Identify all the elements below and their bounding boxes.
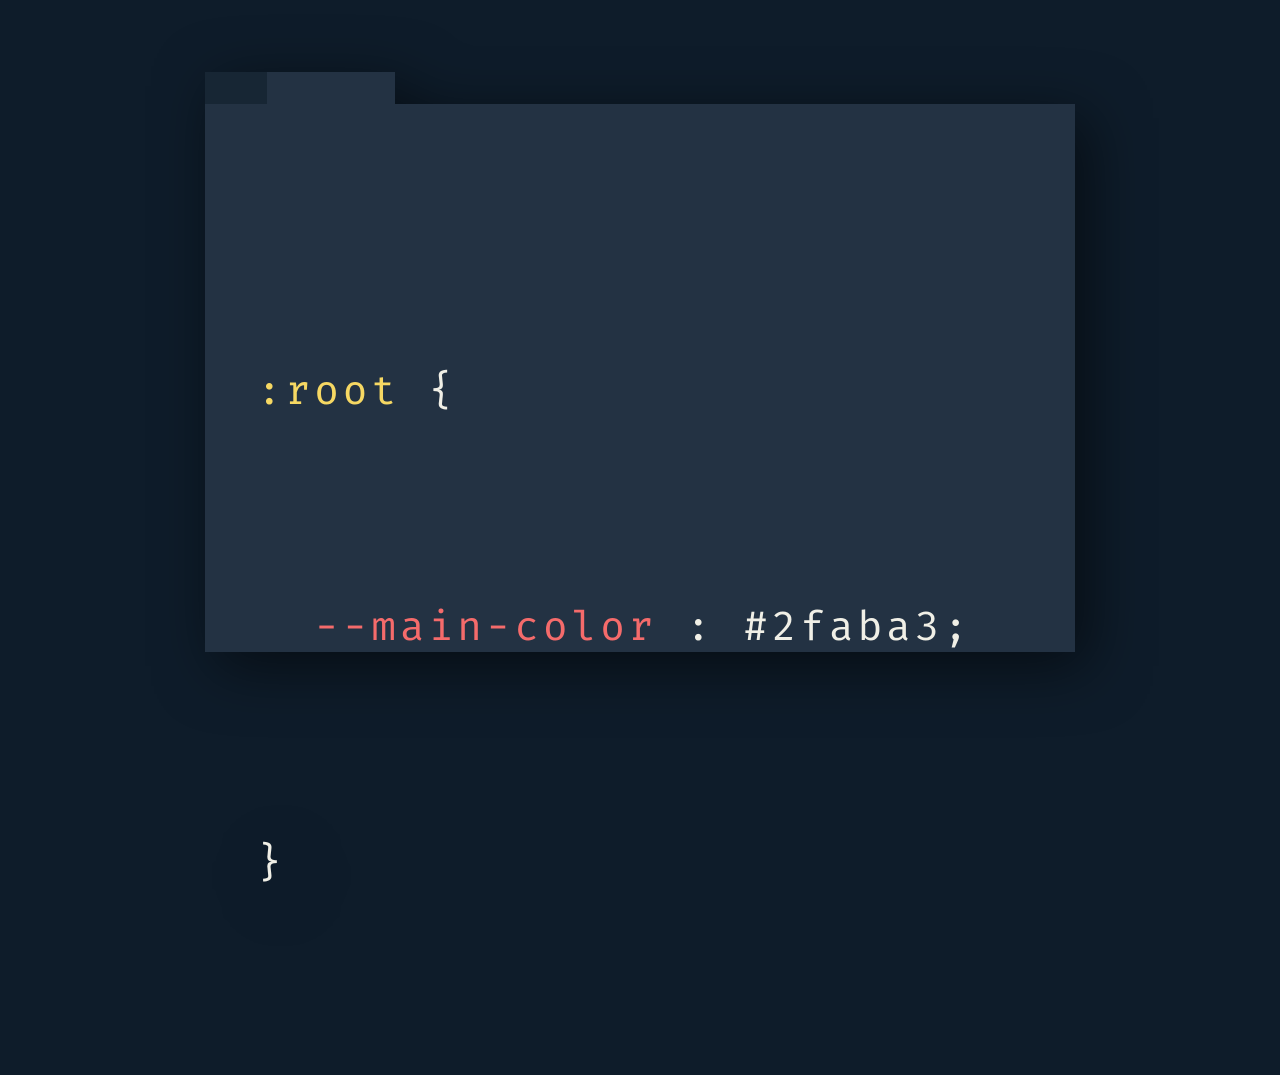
editor-window: :root { --main-color : #2faba3; } (205, 72, 1075, 652)
brace-open-token: { (400, 366, 457, 415)
tab-inactive[interactable] (205, 72, 267, 104)
css-value-token: #2faba3; (743, 602, 972, 651)
brace-close-token: } (257, 838, 286, 887)
editor-body[interactable]: :root { --main-color : #2faba3; } (205, 104, 1075, 652)
colon-token: : (657, 602, 743, 651)
code-line-2: --main-color : #2faba3; (257, 603, 1035, 650)
code-area: :root { --main-color : #2faba3; } (257, 220, 1035, 1075)
tab-active[interactable] (267, 72, 395, 104)
code-line-1: :root { (257, 367, 1035, 414)
css-selector-token: :root (257, 366, 400, 415)
tab-bar (205, 72, 395, 104)
css-property-token: --main-color (314, 602, 657, 651)
indent-token (257, 602, 314, 651)
code-line-3: } (257, 839, 1035, 886)
